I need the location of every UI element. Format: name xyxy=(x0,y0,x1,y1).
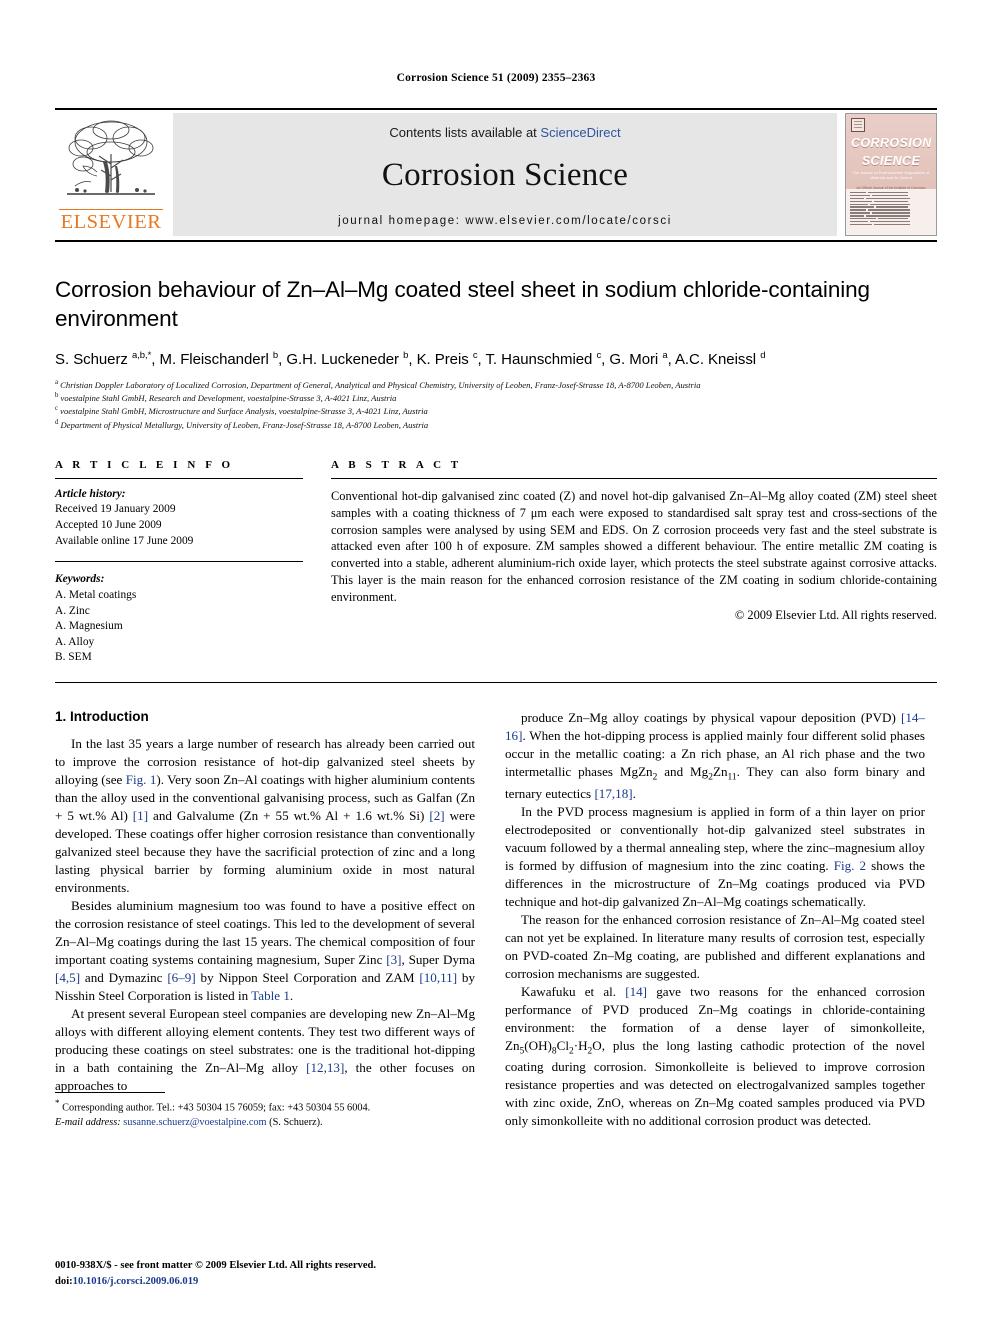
article-history-label: Article history: xyxy=(55,487,126,500)
footer-doi-line: doi:10.1016/j.corsci.2009.06.019 xyxy=(55,1274,485,1289)
footer-issn-line: 0010-938X/$ - see front matter © 2009 El… xyxy=(55,1260,377,1272)
reference-link[interactable]: Fig. 1 xyxy=(126,772,157,787)
info-abstract-region: A R T I C L E I N F O Article history: R… xyxy=(55,459,937,666)
reference-link[interactable]: [2] xyxy=(429,808,444,823)
abstract-text: Conventional hot-dip galvanised zinc coa… xyxy=(331,488,937,604)
right-paragraphs: produce Zn–Mg alloy coatings by physical… xyxy=(505,709,925,1130)
article-history-block: Article history: Received 19 January 200… xyxy=(55,487,303,550)
keyword-item: A. Alloy xyxy=(55,635,95,648)
keyword-item: A. Magnesium xyxy=(55,620,123,633)
reference-link[interactable]: [10,11] xyxy=(419,970,457,985)
cover-contents-lines xyxy=(850,192,932,226)
cover-contents-section xyxy=(846,189,936,235)
journal-cover-thumbnail: CORROSION SCIENCE The Journal on Environ… xyxy=(845,113,937,236)
elsevier-wordmark: ELSEVIER xyxy=(59,208,163,233)
section-heading-introduction: 1. Introduction xyxy=(55,709,149,725)
page-footer: 0010-938X/$ - see front matter © 2009 El… xyxy=(55,1258,485,1289)
history-accepted: Accepted 10 June 2009 xyxy=(55,519,162,532)
affiliation-item: d Department of Physical Metallurgy, Uni… xyxy=(55,418,429,430)
keyword-item: B. SEM xyxy=(55,651,92,664)
running-head: Corrosion Science 51 (2009) 2355–2363 xyxy=(396,72,596,84)
elsevier-logo: ELSEVIER xyxy=(55,113,167,236)
footnote-email[interactable]: susanne.schuerz@voestalpine.com xyxy=(123,1117,266,1128)
keywords-label: Keywords: xyxy=(55,573,105,586)
cover-top-section: CORROSION SCIENCE The Journal on Environ… xyxy=(846,114,936,191)
title-block: Corrosion behaviour of Zn–Al–Mg coated s… xyxy=(55,276,937,431)
body-paragraph: The reason for the enhanced corrosion re… xyxy=(505,911,925,981)
footnote-email-label: E-mail address: xyxy=(55,1116,121,1128)
masthead-bottom-rule xyxy=(55,240,937,242)
body-paragraph: At present several European steel compan… xyxy=(55,1006,475,1094)
abstract-heading: A B S T R A C T xyxy=(331,458,462,471)
article-info-heading: A R T I C L E I N F O xyxy=(55,458,234,471)
masthead-center-panel: Contents lists available at ScienceDirec… xyxy=(173,113,837,236)
reference-link[interactable]: [3] xyxy=(386,952,401,967)
journal-masthead: ELSEVIER Contents lists available at Sci… xyxy=(55,108,937,242)
cover-title-line1: CORROSION xyxy=(851,136,932,150)
reference-link[interactable]: [6–9] xyxy=(167,970,195,985)
reference-link[interactable]: [14] xyxy=(625,984,647,999)
abstract-rule xyxy=(331,477,937,479)
footnote-text: * Corresponding author. Tel.: +43 50304 … xyxy=(55,1097,475,1131)
footnote-star: * xyxy=(55,1097,60,1108)
affiliation-item: a Christian Doppler Laboratory of Locali… xyxy=(55,378,701,390)
cover-subtitle-2: An Official Journal of the Institute of … xyxy=(856,186,926,191)
body-paragraph: Kawafuku et al. [14] gave two reasons fo… xyxy=(505,983,925,1129)
footnote-corresponding: Corresponding author. Tel.: +43 50304 15… xyxy=(62,1102,371,1114)
history-online: Available online 17 June 2009 xyxy=(55,534,194,547)
doi-label: doi: xyxy=(55,1275,73,1287)
body-column-right: produce Zn–Mg alloy coatings by physical… xyxy=(505,709,925,1130)
contents-available-line: Contents lists available at ScienceDirec… xyxy=(389,125,620,140)
contents-prefix: Contents lists available at xyxy=(389,125,541,140)
cover-subtitle: The Journal on Environmental Degradation… xyxy=(852,171,930,180)
history-received: Received 19 January 2009 xyxy=(55,503,176,516)
reference-link[interactable]: [4,5] xyxy=(55,970,80,985)
footnote-email-suffix: (S. Schuerz). xyxy=(269,1116,323,1128)
keywords-rule xyxy=(55,561,303,563)
body-paragraph: Besides aluminium magnesium too was foun… xyxy=(55,898,475,1004)
body-column-left: 1. Introduction In the last 35 years a l… xyxy=(55,709,475,1130)
keyword-item: A. Zinc xyxy=(55,604,90,617)
article-info-column: A R T I C L E I N F O Article history: R… xyxy=(55,459,303,666)
reference-link[interactable]: [12,13] xyxy=(306,1060,344,1075)
body-columns: 1. Introduction In the last 35 years a l… xyxy=(55,709,937,1130)
corresponding-author-footnote: * Corresponding author. Tel.: +43 50304 … xyxy=(55,1091,475,1131)
body-paragraph: In the PVD process magnesium is applied … xyxy=(505,803,925,909)
footnote-rule xyxy=(55,1091,165,1093)
keyword-item: A. Metal coatings xyxy=(55,588,137,601)
article-info-rule xyxy=(55,477,303,479)
reference-link[interactable]: [1] xyxy=(133,808,148,823)
cover-elsevier-icon xyxy=(851,118,865,132)
body-paragraph: produce Zn–Mg alloy coatings by physical… xyxy=(505,710,925,801)
page-title: Corrosion behaviour of Zn–Al–Mg coated s… xyxy=(55,277,870,331)
abstract-copyright: © 2009 Elsevier Ltd. All rights reserved… xyxy=(734,607,937,622)
body-paragraph: In the last 35 years a large number of r… xyxy=(55,736,476,896)
sciencedirect-link[interactable]: ScienceDirect xyxy=(540,125,620,140)
author-list: S. Schuerz a,b,*, M. Fleischanderl b, G.… xyxy=(55,349,766,368)
elsevier-tree-icon xyxy=(67,120,155,195)
affiliation-item: b voestalpine Stahl GmbH, Research and D… xyxy=(55,391,397,403)
doi-link[interactable]: 10.1016/j.corsci.2009.06.019 xyxy=(73,1276,199,1287)
reference-link[interactable]: Fig. 2 xyxy=(834,858,866,873)
journal-homepage-line[interactable]: journal homepage: www.elsevier.com/locat… xyxy=(173,215,837,236)
abstract-column: A B S T R A C T Conventional hot-dip gal… xyxy=(331,459,937,666)
reference-link[interactable]: [17,18] xyxy=(594,786,632,801)
affiliation-item: c voestalpine Stahl GmbH, Microstructure… xyxy=(55,405,428,417)
keywords-block: Keywords: A. Metal coatings A. Zinc A. M… xyxy=(55,572,303,666)
cover-title-line2: SCIENCE xyxy=(861,154,921,169)
reference-link[interactable]: [14–16] xyxy=(505,710,925,743)
reference-link[interactable]: Table 1 xyxy=(251,988,290,1003)
article-page: Corrosion Science 51 (2009) 2355–2363 EL… xyxy=(0,0,992,1323)
body-separator-rule xyxy=(55,682,937,684)
affiliation-list: a Christian Doppler Laboratory of Locali… xyxy=(55,378,937,431)
left-paragraphs: In the last 35 years a large number of r… xyxy=(55,735,475,1095)
journal-title: Corrosion Science xyxy=(381,157,629,193)
